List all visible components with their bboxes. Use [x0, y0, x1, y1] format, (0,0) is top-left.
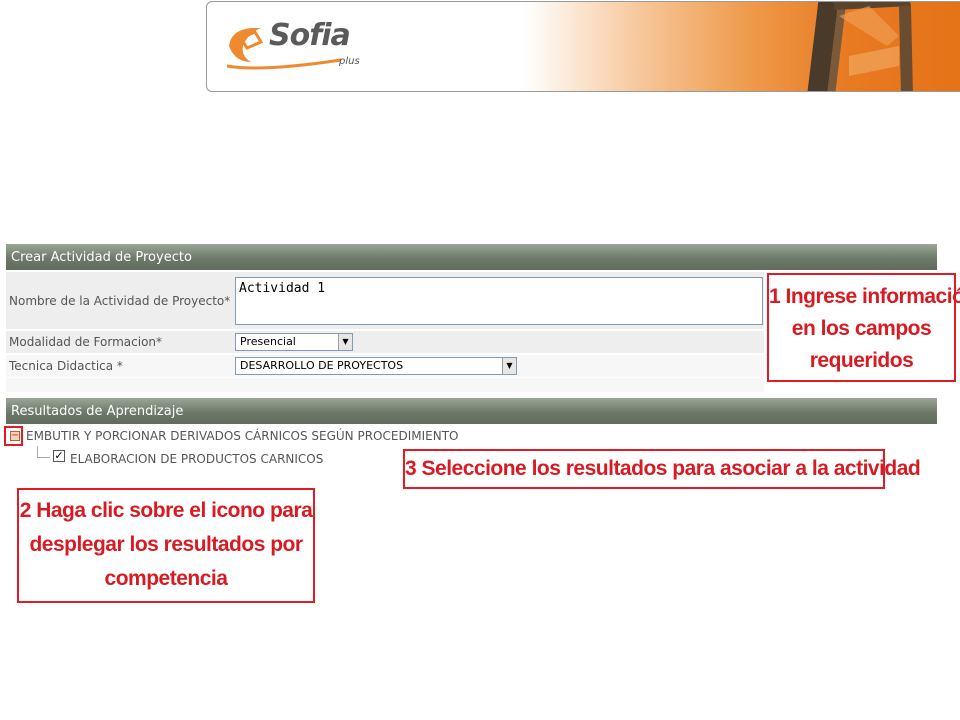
callout-step-1-line3: requeridos [809, 349, 914, 372]
modalidad-selected-value: Presencial [240, 335, 296, 348]
callout-step-3: 3 Seleccione los resultados para asociar… [403, 449, 921, 489]
form-row-nombre: Nombre de la Actividad de Proyecto* Acti… [6, 272, 764, 329]
tecnica-select[interactable]: DESARROLLO DE PROYECTOS ▼ [235, 357, 517, 375]
callout-step-2-line2: desplegar los resultados por [29, 533, 303, 556]
callout-step-2: 2 Haga clic sobre el icono para desplega… [17, 488, 315, 603]
callout-step-1-line2: en los campos [791, 317, 932, 340]
modalidad-select[interactable]: Presencial ▼ [235, 333, 353, 351]
form-row-spacer [6, 378, 764, 392]
triangle-down-icon[interactable]: ▼ [502, 358, 516, 374]
logo-subtext: plus [339, 56, 360, 67]
modalidad-label: Modalidad de Formacion* [9, 335, 163, 349]
checkmark-icon: ✓ [54, 449, 64, 462]
form-row-tecnica: Tecnica Didactica * DESARROLLO DE PROYEC… [6, 355, 764, 377]
callout-step-2-line1: 2 Haga clic sobre el icono para [19, 499, 313, 522]
form-row-modalidad: Modalidad de Formacion* Presencial ▼ [6, 331, 764, 353]
tecnica-label: Tecnica Didactica * [9, 359, 123, 373]
tecnica-selected-value: DESARROLLO DE PROYECTOS [240, 359, 404, 372]
triangle-down-icon[interactable]: ▼ [338, 334, 352, 350]
form-section-header: Crear Actividad de Proyecto [6, 244, 937, 270]
callout-step-2-line3: competencia [104, 567, 228, 590]
nombre-textarea[interactable]: Actividad 1 [235, 277, 763, 325]
results-section-header: Resultados de Aprendizaje [6, 398, 937, 424]
callout-step-1-line1: 1 Ingrese información [769, 285, 960, 308]
callout-step-3-text: 3 Seleccione los resultados para asociar… [405, 457, 921, 480]
window-graphic [807, 2, 913, 91]
competencia-label[interactable]: EMBUTIR Y PORCIONAR DERIVADOS CÁRNICOS S… [26, 429, 458, 443]
resultado-label: ELABORACION DE PRODUCTOS CARNICOS [70, 452, 324, 466]
nombre-label: Nombre de la Actividad de Proyecto* [9, 294, 231, 308]
highlight-box [4, 426, 23, 446]
resultado-checkbox[interactable]: ✓ [53, 450, 65, 462]
callout-step-1: 1 Ingrese información en los campos requ… [767, 273, 960, 382]
header-banner: Sofia plus [206, 1, 960, 92]
tree-connector [37, 446, 50, 458]
logo-wordmark: Sofia [269, 18, 351, 53]
page: Sofia plus Crear Actividad de Proyecto N… [0, 0, 960, 720]
